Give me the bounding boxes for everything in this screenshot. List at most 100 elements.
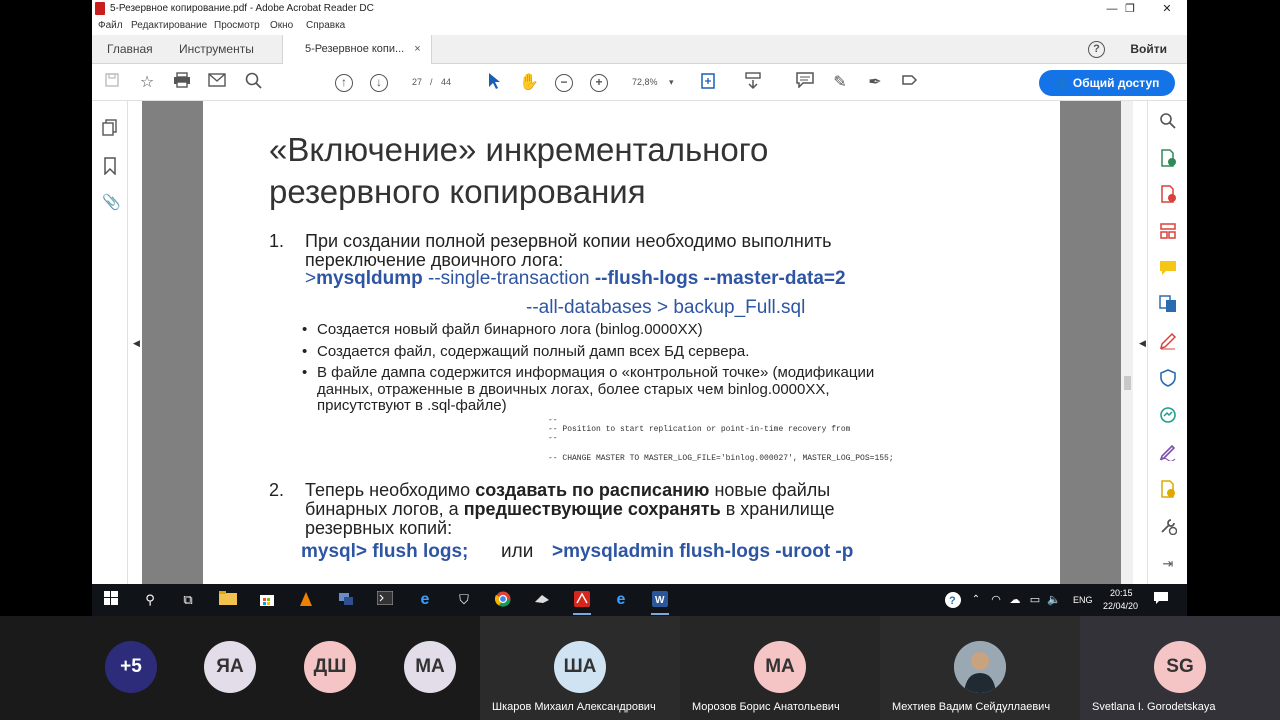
collapse-tools-icon[interactable]: ⇥ bbox=[1159, 556, 1177, 574]
svg-text:W: W bbox=[655, 595, 665, 606]
tab-document[interactable]: 5-Резервное копи... × bbox=[282, 35, 432, 64]
clock-time[interactable]: 20:15 bbox=[1110, 588, 1133, 598]
page-down-icon[interactable]: ↓ bbox=[370, 74, 388, 92]
vertical-scrollbar[interactable] bbox=[1121, 101, 1133, 584]
share-button[interactable]: 👤 Общий доступ bbox=[1039, 70, 1175, 96]
hand-tool-icon[interactable]: ✋ bbox=[518, 72, 540, 94]
acrobat-taskbar-icon[interactable] bbox=[573, 591, 591, 615]
slide-title: «Включение» инкрементального резервного … bbox=[269, 129, 768, 213]
terminal-icon[interactable] bbox=[376, 590, 394, 609]
close-window-button[interactable]: ✕ bbox=[1152, 1, 1182, 17]
language-indicator[interactable]: ENG bbox=[1073, 595, 1093, 605]
bookmarks-icon[interactable] bbox=[102, 157, 118, 176]
menu-view[interactable]: Просмотр bbox=[214, 20, 260, 31]
participant-avatar[interactable]: ША bbox=[554, 641, 606, 693]
word-icon[interactable]: W bbox=[651, 591, 669, 615]
file-explorer-icon[interactable] bbox=[219, 591, 237, 609]
attachments-icon[interactable]: 📎 bbox=[102, 193, 121, 211]
sign-icon[interactable]: ✒ bbox=[864, 72, 886, 94]
fit-page-icon[interactable] bbox=[698, 72, 720, 94]
comment-icon[interactable] bbox=[794, 72, 816, 94]
security-icon[interactable]: ⛉ bbox=[455, 591, 473, 609]
wifi-icon[interactable]: ◠ bbox=[987, 591, 1005, 609]
battery-icon[interactable]: ▭ bbox=[1026, 591, 1044, 609]
combine-files-icon[interactable] bbox=[1159, 295, 1177, 313]
more-participants-badge[interactable]: +5 bbox=[105, 641, 157, 693]
login-button[interactable]: Войти bbox=[1130, 42, 1167, 56]
page-up-icon[interactable]: ↑ bbox=[335, 74, 353, 92]
help-icon[interactable]: ? bbox=[1088, 41, 1105, 58]
search-icon[interactable] bbox=[243, 72, 265, 94]
edge-icon[interactable]: e bbox=[612, 591, 630, 609]
notifications-icon[interactable] bbox=[1152, 591, 1170, 609]
scroll-mode-icon[interactable] bbox=[742, 72, 764, 94]
acrobat-app-icon bbox=[95, 2, 105, 15]
vlc-icon[interactable] bbox=[297, 591, 315, 609]
create-pdf-icon[interactable] bbox=[1159, 185, 1177, 203]
protect-icon[interactable] bbox=[1159, 369, 1177, 387]
tab-close-icon[interactable]: × bbox=[414, 43, 420, 55]
save-icon[interactable] bbox=[101, 72, 123, 94]
volume-icon[interactable]: 🔈 bbox=[1045, 591, 1063, 609]
app-icon[interactable] bbox=[533, 591, 551, 609]
chrome-icon[interactable] bbox=[494, 591, 512, 609]
send-review-icon[interactable] bbox=[1159, 480, 1177, 498]
more-tools-icon[interactable] bbox=[1159, 517, 1178, 536]
fill-sign-icon[interactable] bbox=[1159, 332, 1177, 350]
svg-text:?: ? bbox=[949, 595, 956, 607]
collapse-right-pane-icon[interactable]: ◀ bbox=[1139, 338, 1146, 349]
highlight-pen-icon[interactable]: ✎ bbox=[829, 72, 851, 94]
acrobat-window: 5-Резервное копирование.pdf - Adobe Acro… bbox=[92, 0, 1187, 584]
page-current-input[interactable]: 27 bbox=[412, 77, 422, 87]
search-taskbar-icon[interactable]: ⚲ bbox=[141, 591, 159, 609]
code-line-5: -- CHANGE MASTER TO MASTER_LOG_FILE='bin… bbox=[548, 454, 894, 463]
page-thumbnails-icon[interactable] bbox=[102, 119, 118, 137]
export-pdf-icon[interactable] bbox=[1159, 149, 1177, 167]
participant-avatar[interactable]: МА bbox=[754, 641, 806, 693]
participant-avatar[interactable]: ЯА bbox=[204, 641, 256, 693]
participant-avatar[interactable]: SG bbox=[1154, 641, 1206, 693]
bullet-checkpoint-line1: В файле дампа содержится информация о «к… bbox=[317, 364, 875, 381]
help-tray-icon[interactable]: ? bbox=[944, 591, 962, 609]
clock-date[interactable]: 22/04/20 bbox=[1103, 601, 1138, 611]
organize-pages-icon[interactable] bbox=[1159, 222, 1177, 240]
cmd1-mysqldump: mysqldump bbox=[316, 268, 423, 289]
item2-text-a: Теперь необходимо bbox=[305, 480, 476, 500]
menu-edit[interactable]: Редактирование bbox=[131, 20, 207, 31]
scrollbar-thumb[interactable] bbox=[1124, 376, 1131, 390]
network-app-icon[interactable] bbox=[337, 591, 355, 609]
tray-expand-icon[interactable]: ⌃ bbox=[967, 591, 985, 609]
print-icon[interactable] bbox=[171, 72, 193, 94]
optimize-icon[interactable] bbox=[1159, 406, 1177, 424]
ie-icon[interactable]: e bbox=[416, 591, 434, 609]
select-cursor-icon[interactable] bbox=[483, 72, 505, 94]
onedrive-icon[interactable]: ☁ bbox=[1006, 591, 1024, 609]
sign-tool-icon[interactable] bbox=[1159, 443, 1177, 462]
participant-photo-avatar[interactable] bbox=[954, 641, 1006, 693]
menu-file[interactable]: Файл bbox=[98, 20, 123, 31]
share-file-icon[interactable] bbox=[899, 72, 921, 94]
restore-button[interactable]: ❐ bbox=[1115, 1, 1145, 17]
bookmark-star-icon[interactable]: ☆ bbox=[136, 72, 158, 94]
start-icon[interactable] bbox=[102, 591, 120, 609]
right-tools-pane: ⇥ bbox=[1147, 101, 1187, 584]
task-view-icon[interactable]: ⧉ bbox=[179, 591, 197, 609]
menu-window[interactable]: Окно bbox=[270, 20, 293, 31]
menu-help[interactable]: Справка bbox=[306, 20, 345, 31]
zoom-search-icon[interactable] bbox=[1159, 112, 1177, 130]
bullet-dump-file: Создается файл, содержащий полный дамп в… bbox=[302, 343, 749, 361]
zoom-dropdown-icon[interactable]: ▾ bbox=[669, 77, 674, 88]
tab-home[interactable]: Главная bbox=[107, 35, 153, 64]
comment-tool-icon[interactable] bbox=[1159, 259, 1177, 277]
zoom-in-icon[interactable]: + bbox=[590, 74, 608, 92]
email-icon[interactable] bbox=[206, 72, 228, 94]
participant-avatar[interactable]: МА bbox=[404, 641, 456, 693]
bullet-checkpoint: В файле дампа содержится информация о «к… bbox=[302, 364, 875, 415]
list-item-1-line1: При создании полной резервной копии необ… bbox=[305, 231, 832, 251]
collapse-left-pane-icon[interactable]: ◀ bbox=[133, 338, 140, 349]
participant-avatar[interactable]: ДШ bbox=[304, 641, 356, 693]
store-icon[interactable] bbox=[258, 591, 276, 609]
zoom-value[interactable]: 72,8% bbox=[632, 77, 658, 87]
tab-tools[interactable]: Инструменты bbox=[179, 35, 254, 64]
zoom-out-icon[interactable]: − bbox=[555, 74, 573, 92]
